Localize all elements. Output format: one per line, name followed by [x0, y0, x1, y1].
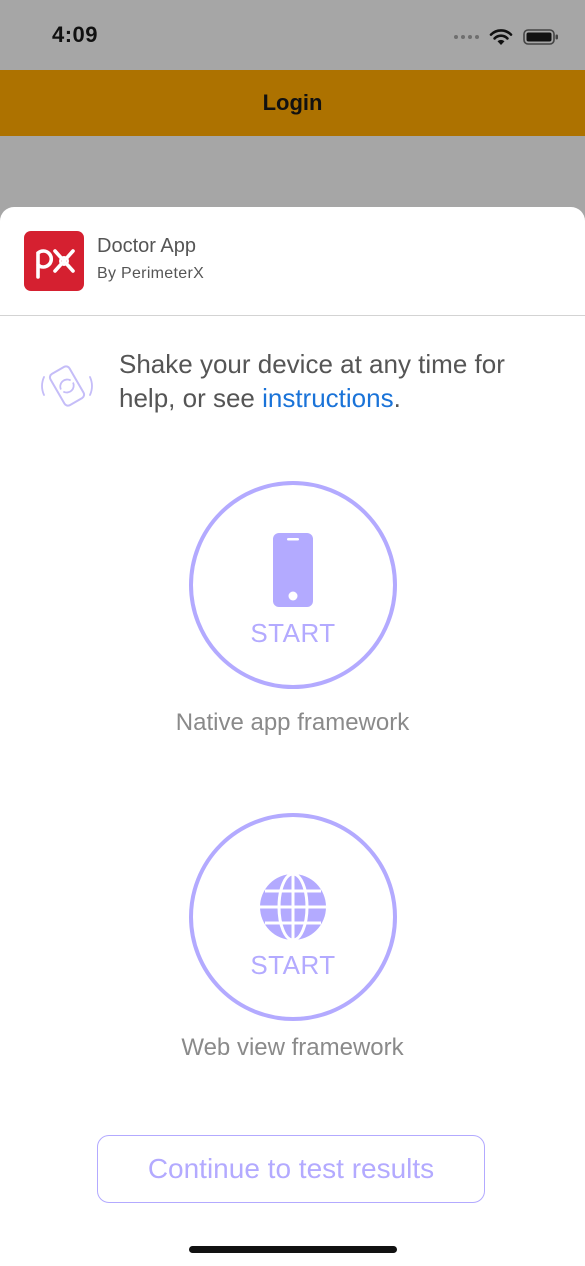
bottom-sheet: Doctor App By PerimeterX Shake your devi…: [0, 207, 585, 1266]
native-start-button[interactable]: START: [189, 481, 397, 689]
web-start-button[interactable]: START: [189, 813, 397, 1021]
shake-device-icon: [41, 365, 93, 407]
phone-icon: [273, 533, 313, 607]
instructions-link[interactable]: instructions: [262, 383, 394, 413]
hint-text-suffix: .: [393, 383, 401, 413]
app-name: Doctor App: [97, 235, 196, 257]
continue-to-test-results-button[interactable]: Continue to test results: [97, 1135, 485, 1203]
home-indicator: [189, 1246, 397, 1253]
battery-icon: [523, 29, 558, 45]
hint-text: Shake your device at any time for help, …: [119, 347, 559, 415]
app-header: Doctor App By PerimeterX: [0, 207, 585, 316]
nav-title: Login: [262, 90, 323, 115]
cellular-signal-icon: [454, 35, 479, 39]
perimeterx-logo-icon: [24, 231, 84, 291]
web-start-label: START: [250, 950, 336, 980]
status-icons: [454, 24, 559, 50]
web-framework-caption: Web view framework: [181, 1034, 404, 1061]
native-start-label: START: [250, 618, 336, 648]
app-author: By PerimeterX: [97, 265, 205, 282]
status-time: 4:09: [52, 22, 99, 47]
navigation-bar: Login: [0, 70, 585, 136]
native-framework-caption: Native app framework: [175, 709, 410, 736]
status-bar: 4:09: [0, 0, 585, 70]
wifi-icon: [489, 29, 513, 45]
globe-icon: [260, 873, 326, 941]
